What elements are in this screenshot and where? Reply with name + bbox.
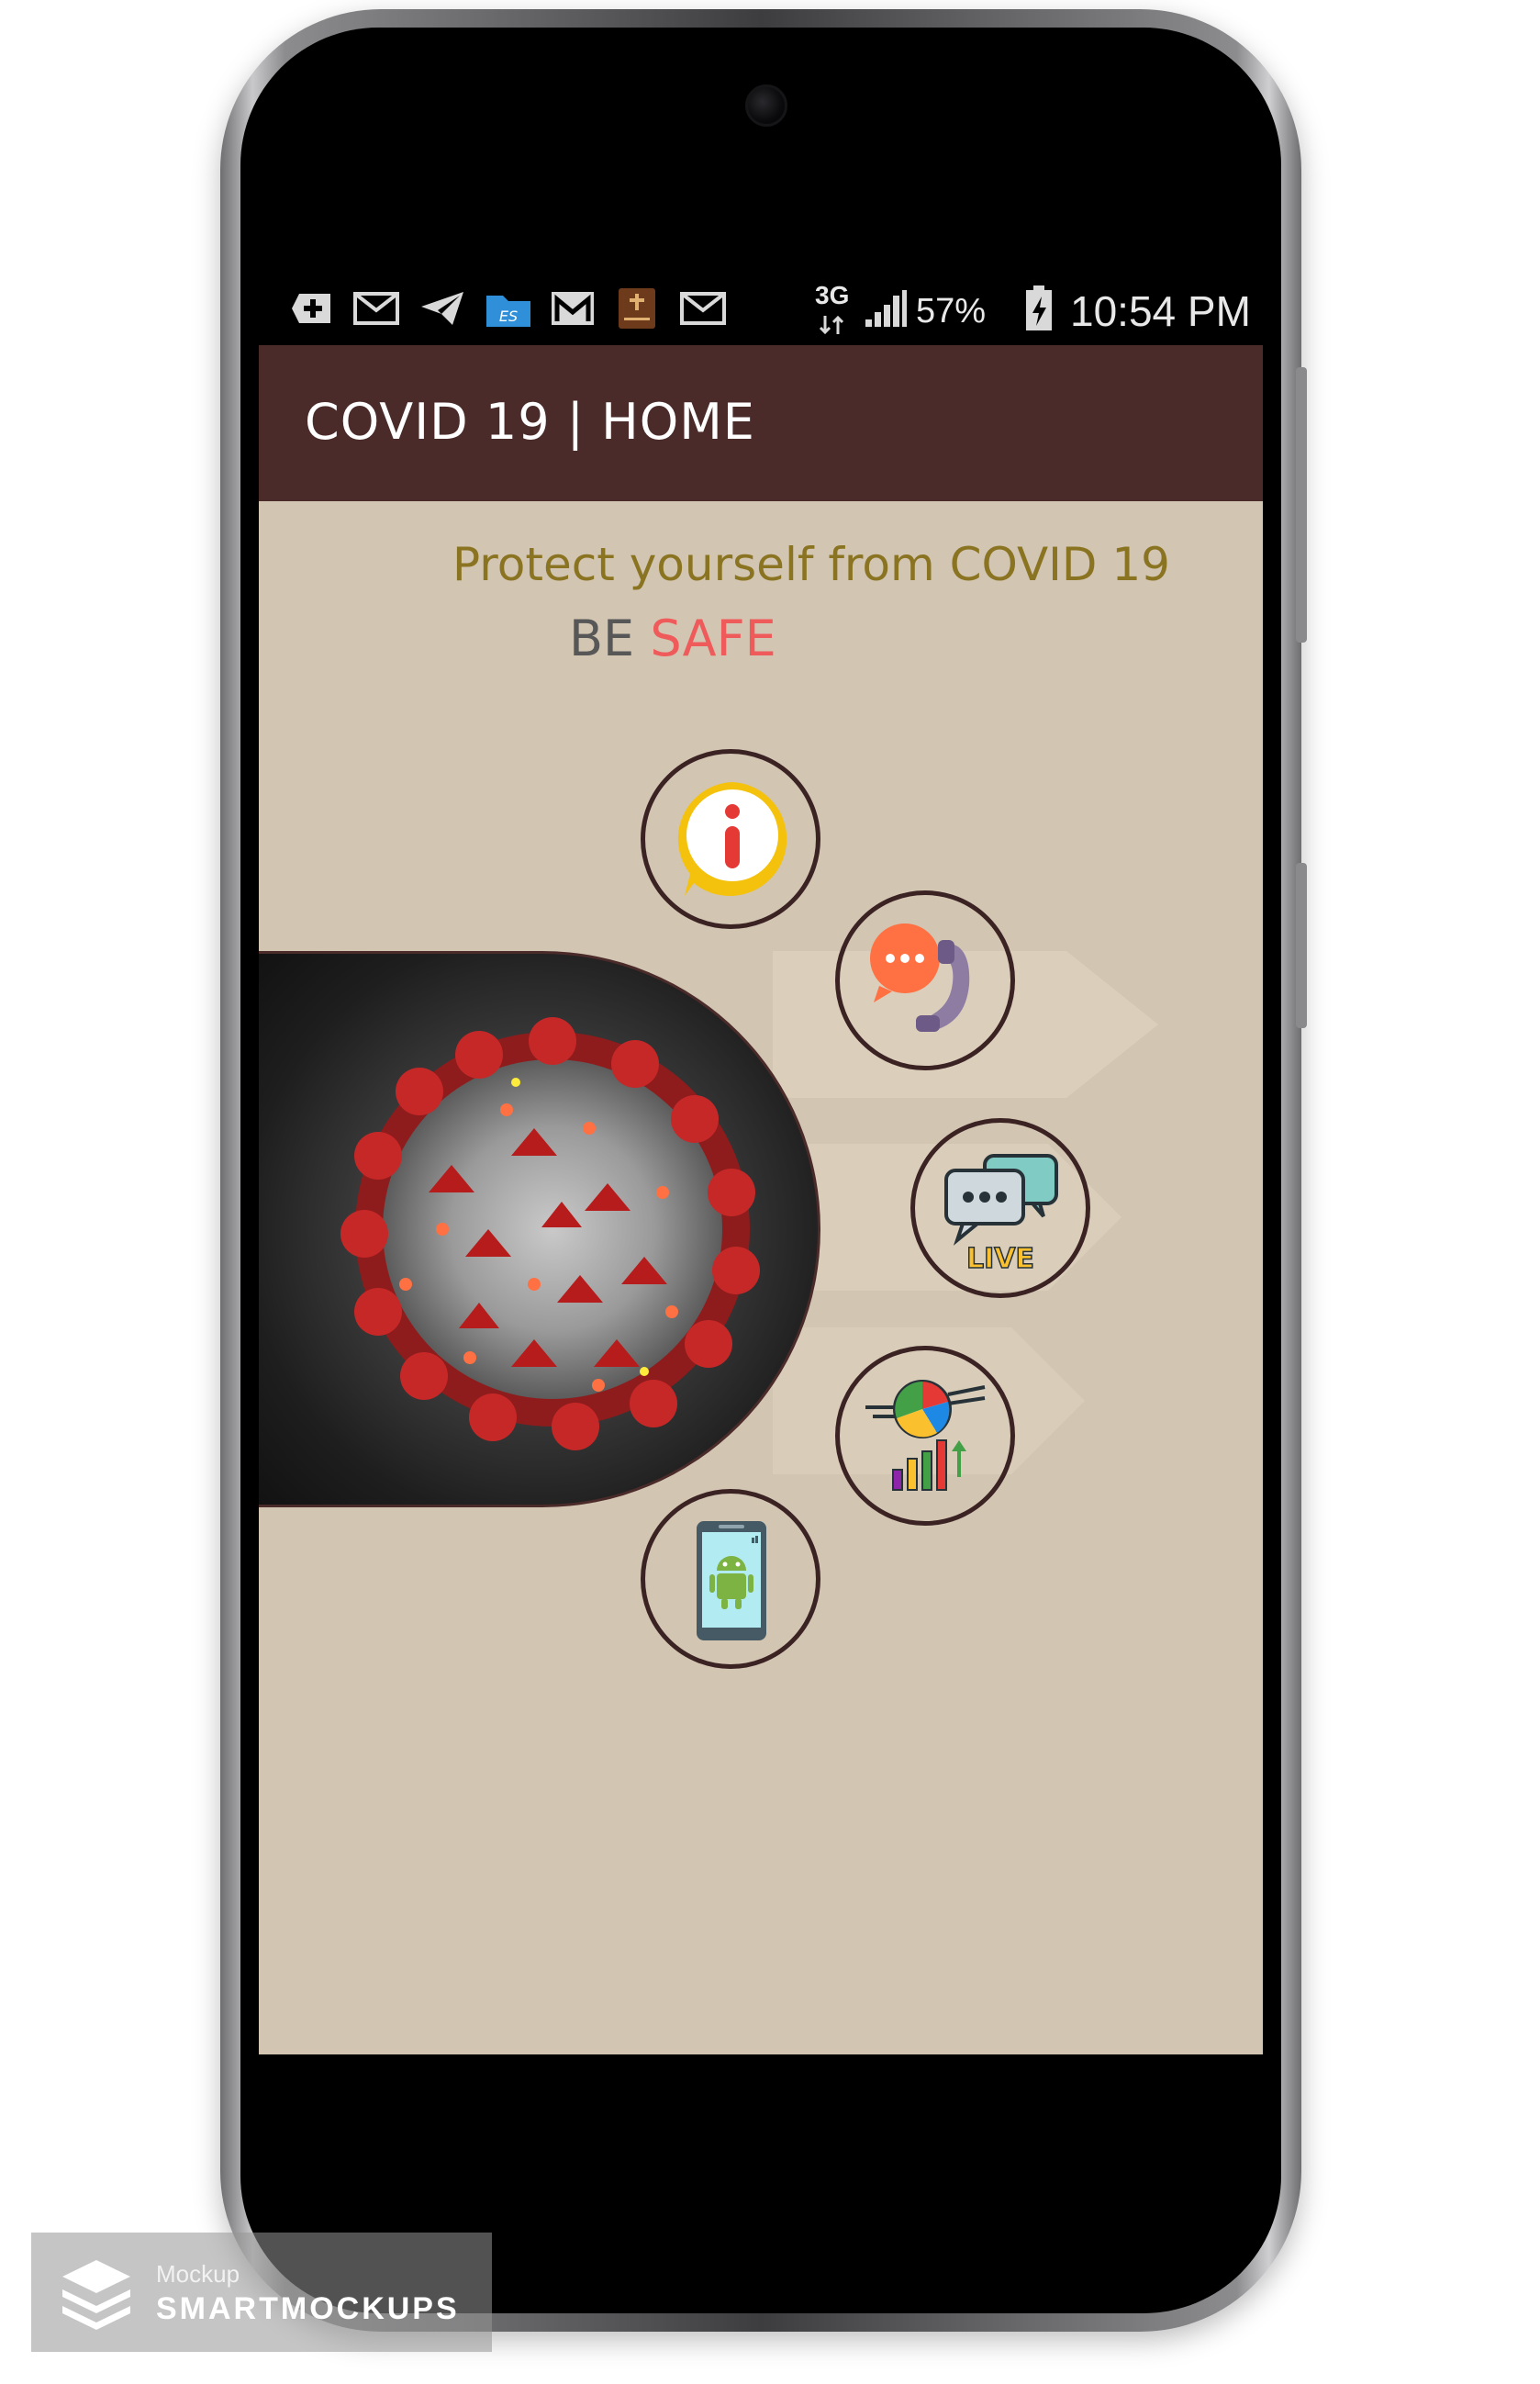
statistics-button[interactable] xyxy=(835,1346,1015,1526)
bible-app-icon xyxy=(611,286,663,330)
watermark-line1: Mockup xyxy=(156,2260,240,2288)
battery-percent: 57% xyxy=(916,292,987,330)
front-camera xyxy=(745,84,787,127)
smartmockups-watermark: Mockup SMARTMOCKUPS xyxy=(31,2233,492,2352)
status-bar: ES 3G 57% 10:54 PM xyxy=(259,272,1263,345)
info-button[interactable] xyxy=(641,749,820,929)
power-button xyxy=(1296,863,1307,1028)
gmail-icon xyxy=(547,286,598,330)
app-bar: COVID 19 | HOME xyxy=(259,345,1263,501)
live-button[interactable]: LIVE xyxy=(910,1118,1090,1298)
be-text: BE xyxy=(569,610,635,667)
live-chat-icon: LIVE xyxy=(944,1154,1058,1276)
coronavirus-icon xyxy=(340,1017,760,1450)
layers-icon xyxy=(62,2260,130,2330)
clock: 10:54 PM xyxy=(1070,287,1251,335)
tagline: Protect yourself from COVID 19 xyxy=(452,538,1170,591)
be-safe-heading: BE SAFE xyxy=(569,610,776,667)
statistics-icon xyxy=(865,1380,986,1491)
battery-charging-icon xyxy=(1021,285,1057,330)
signal-icon xyxy=(859,286,910,330)
app-screen: Protect yourself from COVID 19 BE SAFE L… xyxy=(259,272,1263,2054)
svg-text:ES: ES xyxy=(499,308,518,325)
watermark-line2: SMARTMOCKUPS xyxy=(156,2291,460,2326)
network-type: 3G xyxy=(815,281,850,309)
telegram-icon xyxy=(417,286,468,330)
data-arrows-icon xyxy=(815,312,848,338)
file-manager-icon: ES xyxy=(481,286,536,330)
contact-button[interactable] xyxy=(835,890,1015,1070)
phone-chat-icon xyxy=(870,923,970,1032)
safe-text: SAFE xyxy=(650,610,776,667)
mail-icon xyxy=(351,286,402,330)
virus-image xyxy=(259,951,820,1507)
add-box-icon xyxy=(286,286,338,330)
about-button[interactable] xyxy=(641,1489,820,1669)
info-icon xyxy=(677,782,787,896)
mail-icon xyxy=(677,286,729,330)
android-phone-icon xyxy=(697,1521,766,1640)
svg-text:LIVE: LIVE xyxy=(966,1243,1034,1275)
app-bar-title: COVID 19 | HOME xyxy=(305,393,755,451)
volume-button xyxy=(1296,367,1307,643)
